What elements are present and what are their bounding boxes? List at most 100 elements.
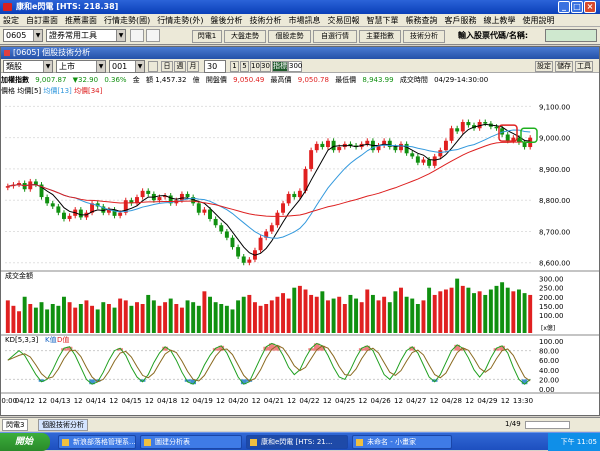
taskbar-item-1[interactable]: 圖建分析表 [140, 435, 242, 449]
code-combo[interactable]: 0605 ▼ [3, 29, 43, 42]
toolbar-button-0[interactable]: 閃電1 [192, 30, 222, 43]
price-axis-label: 8,900.00 [539, 166, 570, 174]
volume-bar [202, 291, 207, 333]
windows-taskbar: 開始 下午 11:05 新浪部落格管理系... 圖建分析表 康和e閃電 [HTS: … [0, 432, 600, 451]
period-button-1[interactable]: 週 [174, 61, 186, 72]
taskbar-item-2[interactable]: 康和e閃電 [HTS: 21... [246, 435, 348, 449]
maximize-button[interactable]: □ [571, 1, 583, 13]
menu-item-10[interactable]: 帳務查詢 [406, 15, 438, 26]
volume-bar [427, 287, 432, 333]
volume-axis-label: 300.00 [539, 276, 564, 284]
minutes-value: 30 [207, 62, 218, 71]
taskbar-item-3[interactable]: 未命名 - 小畫家 [352, 435, 452, 449]
menu-item-12[interactable]: 線上教學 [484, 15, 516, 26]
volume-bar [449, 287, 454, 333]
close-button[interactable]: × [584, 1, 596, 13]
volume-bar [146, 294, 151, 333]
menu-item-0[interactable]: 設定 [3, 15, 19, 26]
panel-icon [4, 50, 10, 56]
candle-body [286, 193, 291, 204]
tool-combo[interactable]: 證券常用工具 ▼ [46, 29, 126, 42]
volume-bar [399, 287, 403, 333]
tick-count-value[interactable]: 300 [288, 61, 302, 72]
candle-body [438, 150, 443, 157]
technical-chart[interactable]: 9,100.00 9,000.00 8,900.00 8,800.00 8,700.00… [1, 97, 599, 415]
kd-axis-label: 80.00 [539, 348, 559, 356]
panel-settings-button[interactable]: 設定 [535, 61, 553, 72]
horizontal-scrollbar[interactable] [525, 421, 570, 429]
chevron-down-icon: ▼ [116, 30, 125, 41]
tab-tech-analysis[interactable]: 個股技術分析 [38, 419, 88, 431]
search-input[interactable] [545, 29, 597, 42]
x-axis-label: 12 [216, 397, 225, 405]
volume-bar [483, 294, 488, 333]
volume-bar [264, 304, 269, 333]
minute-option-3[interactable]: 30 [260, 61, 271, 72]
bottom-tab-bar: 閃電3 個股技術分析 1/49 [0, 417, 600, 431]
menu-item-13[interactable]: 使用說明 [523, 15, 555, 26]
menu-item-6[interactable]: 技術分析 [250, 15, 282, 26]
volume-bar [50, 304, 55, 333]
tab-lightning3[interactable]: 閃電3 [2, 419, 29, 431]
volume-bar [466, 287, 471, 333]
menu-item-9[interactable]: 智慧下單 [367, 15, 399, 26]
volume-bar [191, 302, 196, 333]
chevron-down-icon: ▼ [33, 30, 42, 41]
stock-code-combo[interactable]: 001 ▼ [109, 60, 145, 73]
volume-bar [494, 285, 499, 333]
menu-item-11[interactable]: 客戶服務 [445, 15, 477, 26]
menu-item-4[interactable]: 行情走勢(外) [157, 15, 203, 26]
type-combo[interactable]: 類股 ▼ [3, 60, 53, 73]
candle-body [56, 206, 61, 213]
kd-label: KD[5,3,3] [5, 336, 39, 344]
calendar-icon-button[interactable] [148, 61, 158, 72]
toolbar-button-2[interactable]: 個股走勢 [268, 30, 311, 43]
chevron-down-icon: ▼ [135, 61, 144, 72]
toolbar-button-3[interactable]: 自選行情 [313, 30, 357, 43]
tool-icon-button[interactable] [130, 29, 144, 42]
minute-option-1[interactable]: 5 [240, 61, 249, 72]
chevron-down-icon: ▼ [43, 61, 52, 72]
volume-bar [185, 300, 190, 333]
menu-item-3[interactable]: 行情走勢(國) [104, 15, 150, 26]
toolbar-button-5[interactable]: 技術分析 [403, 30, 445, 43]
candle-body [309, 150, 314, 169]
period-button-2[interactable]: 月 [187, 61, 199, 72]
menu-item-8[interactable]: 交易回報 [328, 15, 360, 26]
candle-body [230, 237, 235, 248]
open-label: 開盤價 [205, 76, 227, 84]
minute-option-0[interactable]: 1 [230, 61, 239, 72]
menu-item-2[interactable]: 推薦畫面 [65, 15, 97, 26]
volume-bar [168, 298, 173, 333]
menu-item-1[interactable]: 自訂畫面 [26, 15, 58, 26]
minimize-button[interactable]: _ [558, 1, 570, 13]
candle-body [483, 122, 488, 124]
taskbar-item-0[interactable]: 新浪部落格管理系... [58, 435, 136, 449]
volume-bar [286, 298, 291, 333]
volume-bar [224, 305, 229, 333]
menu-item-5[interactable]: 盤後分析 [211, 15, 243, 26]
period-button-0[interactable]: 日 [161, 61, 173, 72]
start-button[interactable]: 開始 [0, 433, 50, 451]
volume-bar [477, 291, 482, 333]
candle-body [196, 203, 201, 213]
menu-item-7[interactable]: 市場訊息 [289, 15, 321, 26]
link-icon-button[interactable] [146, 29, 160, 42]
amount-unit: 億 [192, 76, 200, 84]
volume-bar [443, 289, 448, 333]
kd-axis-label: 100.00 [539, 338, 564, 346]
indicator-button[interactable]: 指標 [272, 61, 288, 72]
candle-body [314, 143, 319, 151]
panel-tools-button[interactable]: 工具 [575, 61, 593, 72]
chart-control-row: 類股 ▼ 上市 ▼ 001 ▼ 30 指標 300 日週月 1 5 10 30 設定 儲存 工具 [1, 59, 599, 73]
toolbar-button-1[interactable]: 大盤走勢 [224, 30, 266, 43]
market-combo[interactable]: 上市 ▼ [56, 60, 106, 73]
panel-save-button[interactable]: 儲存 [555, 61, 573, 72]
x-axis-label: 13:30 [513, 397, 533, 405]
volume-bar [269, 300, 274, 333]
volume-bar [123, 300, 128, 333]
minutes-combo[interactable]: 30 [204, 60, 226, 73]
toolbar-button-4[interactable]: 主要指數 [359, 30, 401, 43]
volume-bar [297, 285, 302, 333]
x-axis-label: 12 [394, 397, 403, 405]
